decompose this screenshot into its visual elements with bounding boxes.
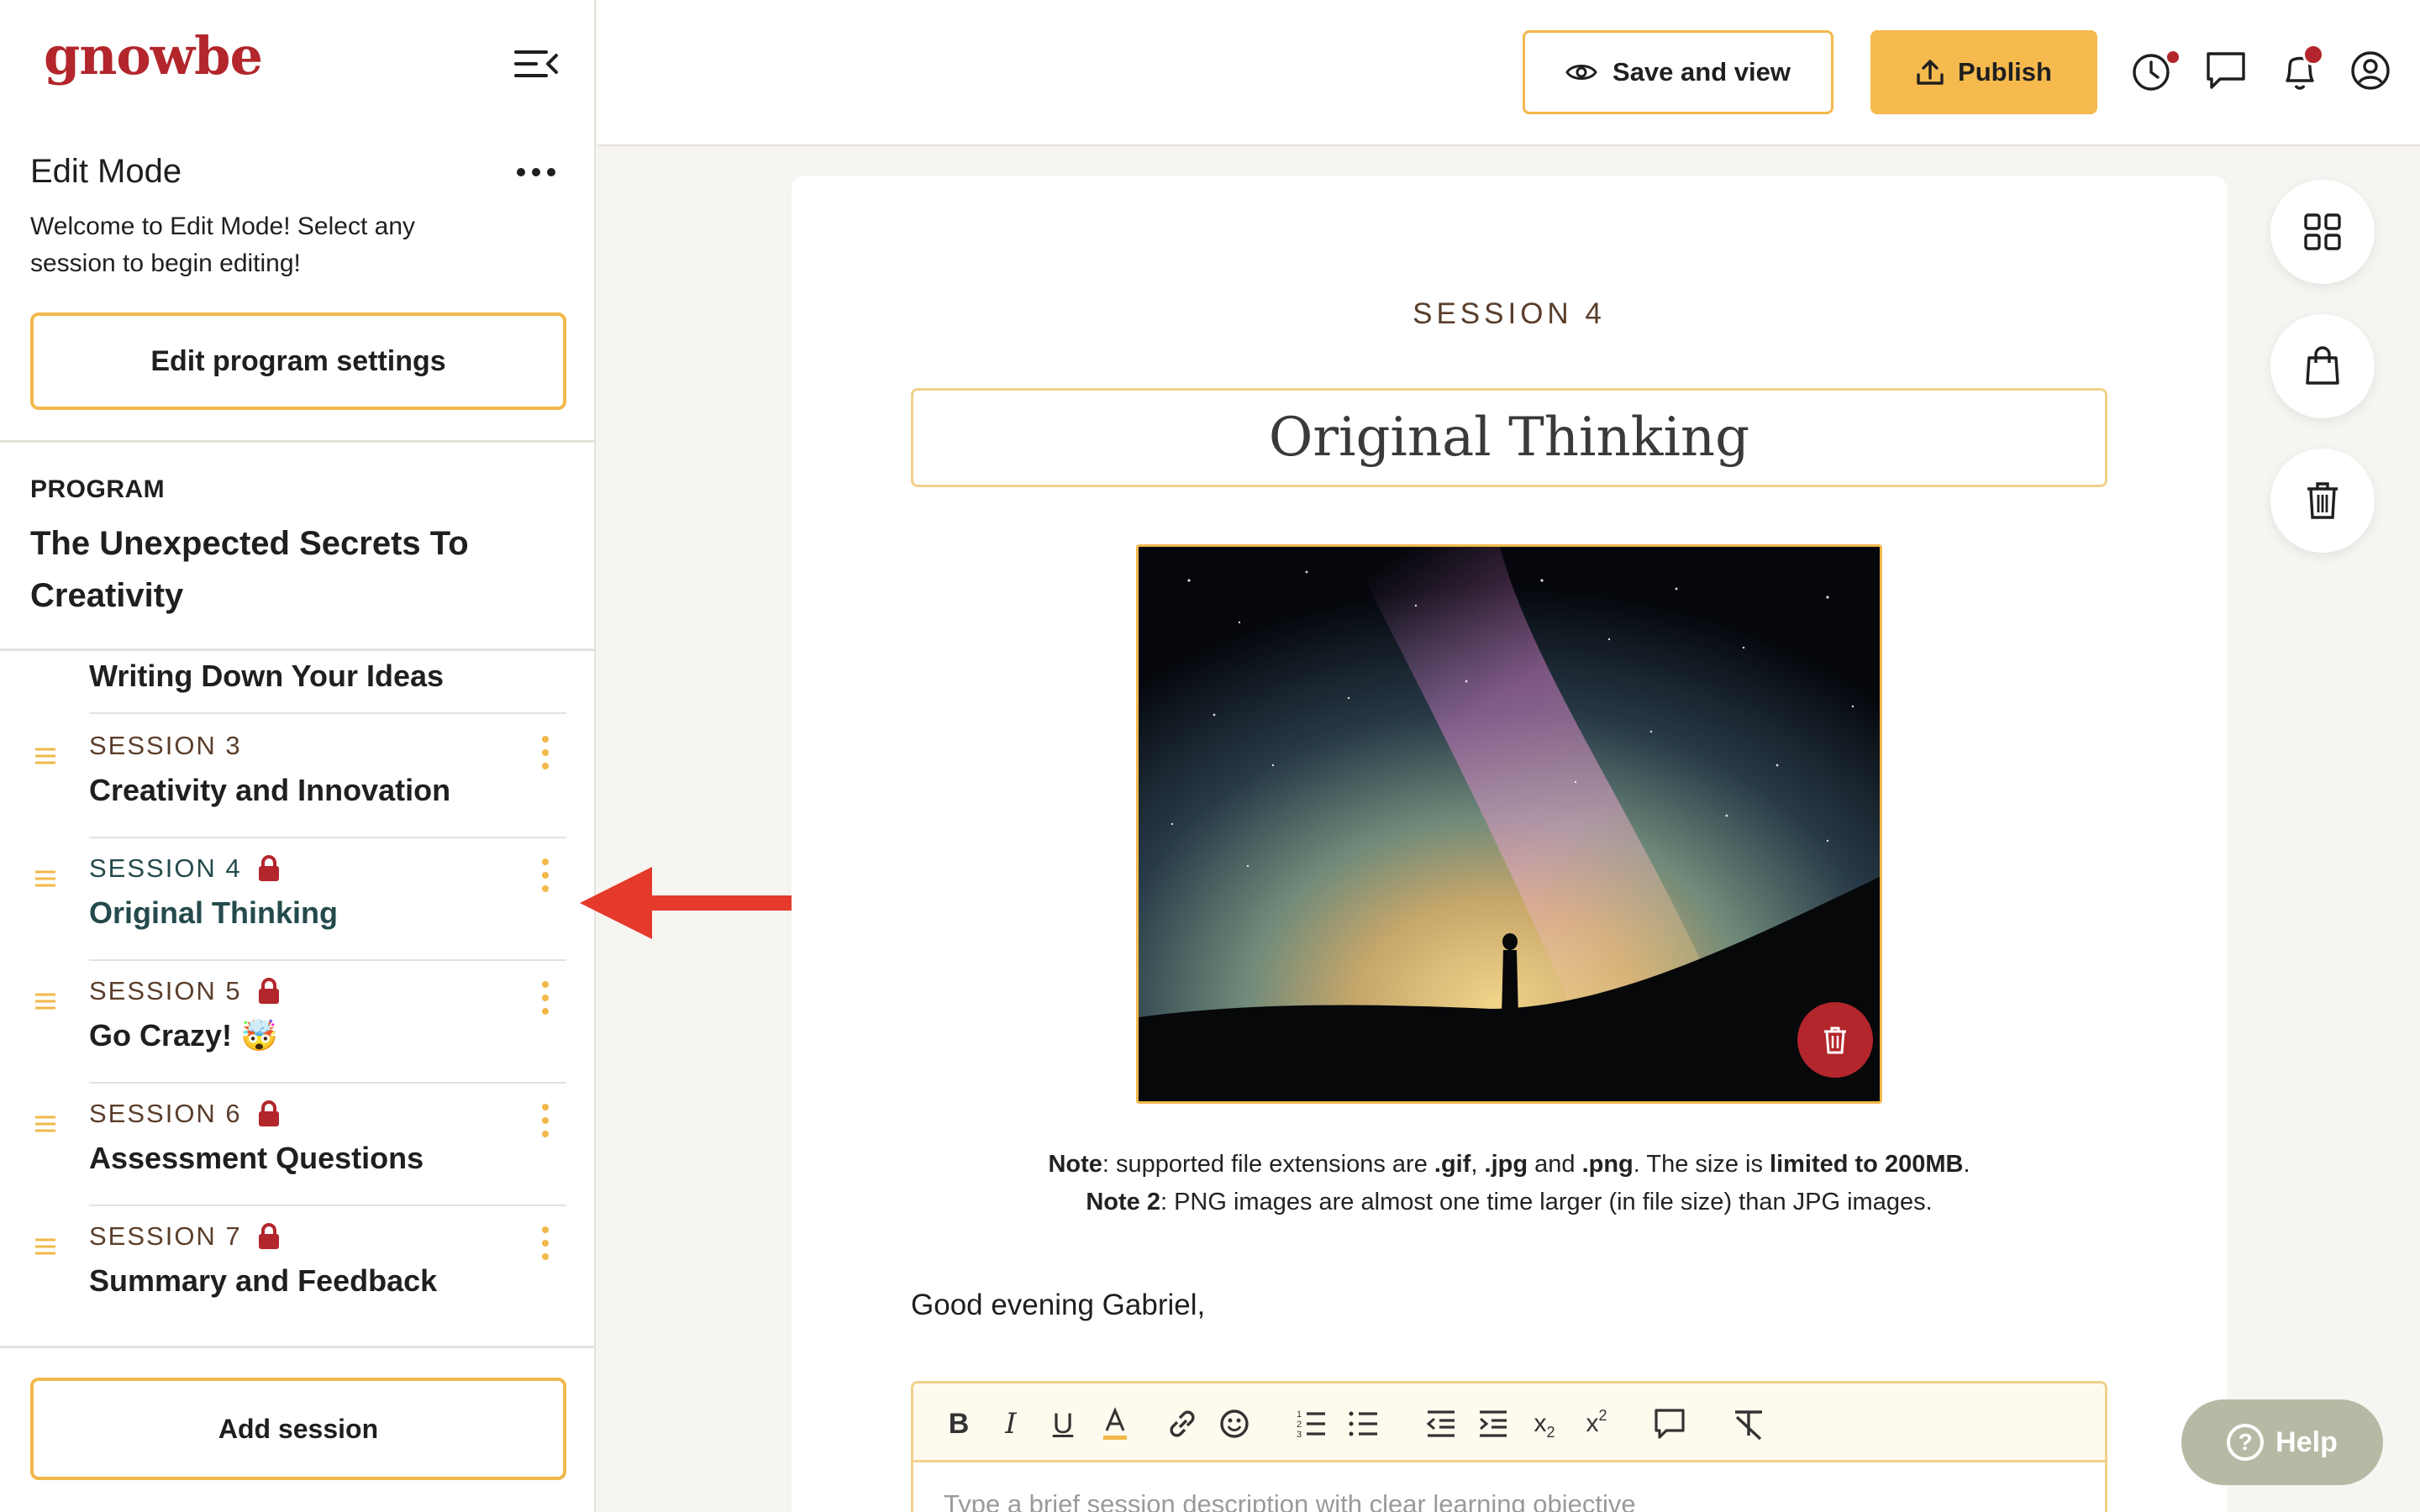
svg-text:1: 1 bbox=[1297, 1410, 1302, 1420]
text-color-icon[interactable] bbox=[1098, 1405, 1132, 1442]
session-item-3[interactable]: SESSION 3 Creativity and Innovation bbox=[0, 716, 596, 838]
gnowbe-logo[interactable]: gnowbe bbox=[44, 25, 263, 87]
svg-text:3: 3 bbox=[1297, 1430, 1302, 1440]
bold-icon[interactable]: B bbox=[942, 1405, 976, 1442]
bullet-list-icon[interactable] bbox=[1347, 1405, 1381, 1442]
session-menu-icon[interactable] bbox=[534, 1225, 556, 1262]
chat-icon[interactable] bbox=[2205, 49, 2247, 92]
divider bbox=[0, 648, 596, 651]
drag-handle-icon[interactable] bbox=[34, 1236, 57, 1257]
help-label: Help bbox=[2275, 1425, 2338, 1458]
shopping-bag-icon bbox=[2306, 346, 2339, 385]
session-item-4[interactable]: SESSION 4 Original Thinking bbox=[0, 838, 596, 961]
editor-toolbar: B I U 1 2 3 x 2 x 2 bbox=[913, 1383, 2105, 1462]
session-title-input[interactable]: Original Thinking bbox=[911, 388, 2107, 487]
session-name: Assessment Questions bbox=[89, 1141, 424, 1175]
collapse-sidebar-icon[interactable] bbox=[513, 47, 560, 81]
session-number: SESSION 3 bbox=[89, 731, 242, 760]
notification-dot bbox=[2302, 44, 2324, 66]
subscript-icon[interactable]: x2 bbox=[1523, 1405, 1565, 1442]
greeting-text: Good evening Gabriel, bbox=[911, 1289, 1206, 1321]
save-and-view-button[interactable]: Save and view bbox=[1523, 30, 1833, 114]
publish-button[interactable]: Publish bbox=[1870, 30, 2097, 114]
trash-icon bbox=[1824, 1026, 1846, 1054]
lock-icon bbox=[258, 1223, 279, 1249]
session-menu-icon[interactable] bbox=[534, 979, 556, 1016]
session-item-writing-down-your-ideas[interactable]: Writing Down Your Ideas bbox=[89, 659, 444, 694]
session-list: Writing Down Your Ideas SESSION 3 Creati… bbox=[0, 652, 596, 1349]
lock-icon bbox=[258, 855, 279, 881]
italic-icon[interactable]: I bbox=[994, 1405, 1028, 1442]
drag-handle-icon[interactable] bbox=[34, 746, 57, 766]
more-options-icon[interactable] bbox=[514, 160, 558, 185]
superscript-icon[interactable]: x2 bbox=[1576, 1405, 1618, 1442]
layout-grid-button[interactable] bbox=[2270, 180, 2375, 284]
grid-icon bbox=[2304, 213, 2341, 250]
session-number: SESSION 7 bbox=[89, 1221, 281, 1252]
shop-button[interactable] bbox=[2270, 314, 2375, 418]
divider bbox=[89, 712, 566, 714]
session-menu-icon[interactable] bbox=[534, 1102, 556, 1139]
divider bbox=[0, 440, 596, 443]
edit-program-settings-button[interactable]: Edit program settings bbox=[30, 312, 566, 410]
annotation-arrow-icon bbox=[580, 867, 818, 939]
session-item-6[interactable]: SESSION 6 Assessment Questions bbox=[0, 1084, 596, 1206]
save-and-view-label: Save and view bbox=[1612, 57, 1791, 87]
comment-icon[interactable] bbox=[1653, 1405, 1686, 1442]
delete-session-button[interactable] bbox=[2270, 449, 2375, 553]
add-session-button[interactable]: Add session bbox=[30, 1378, 566, 1480]
indent-icon[interactable] bbox=[1476, 1405, 1510, 1442]
outdent-icon[interactable] bbox=[1424, 1405, 1458, 1442]
publish-label: Publish bbox=[1958, 57, 2052, 87]
session-name: Creativity and Innovation bbox=[89, 773, 451, 807]
session-cover-image[interactable] bbox=[1136, 544, 1882, 1104]
session-name: Summary and Feedback bbox=[89, 1263, 438, 1298]
lock-icon bbox=[258, 978, 279, 1004]
session-name: Go Crazy! 🤯 bbox=[89, 1018, 278, 1053]
session-description-editor[interactable]: B I U 1 2 3 x 2 x 2 Type a brief session… bbox=[911, 1381, 2107, 1512]
help-button[interactable]: ? Help bbox=[2181, 1399, 2383, 1485]
file-size-note: Note 2: PNG images are almost one time l… bbox=[1086, 1189, 1933, 1215]
session-label: SESSION 4 bbox=[1413, 297, 1606, 330]
emoji-icon[interactable] bbox=[1218, 1405, 1251, 1442]
underline-icon[interactable]: U bbox=[1046, 1405, 1080, 1442]
session-menu-icon[interactable] bbox=[534, 857, 556, 894]
program-label: PROGRAM bbox=[30, 475, 166, 503]
editor-placeholder: Type a brief session description with cl… bbox=[944, 1489, 1636, 1512]
edit-mode-description: Welcome to Edit Mode! Select any session… bbox=[30, 213, 415, 277]
clear-formatting-icon[interactable] bbox=[1730, 1405, 1767, 1442]
edit-mode-title: Edit Mode bbox=[30, 153, 182, 190]
divider bbox=[0, 1346, 596, 1348]
delete-image-button[interactable] bbox=[1797, 1002, 1873, 1078]
drag-handle-icon[interactable] bbox=[34, 991, 57, 1011]
file-extension-note: Note: supported file extensions are .gif… bbox=[1048, 1151, 1970, 1178]
ordered-list-icon[interactable]: 1 2 3 bbox=[1295, 1405, 1328, 1442]
upload-icon bbox=[1917, 60, 1944, 85]
session-number: SESSION 6 bbox=[89, 1099, 281, 1129]
drag-handle-icon[interactable] bbox=[34, 1114, 57, 1134]
session-item-7[interactable]: SESSION 7 Summary and Feedback bbox=[0, 1206, 596, 1329]
session-menu-icon[interactable] bbox=[534, 734, 556, 771]
eye-icon bbox=[1565, 65, 1597, 80]
help-icon: ? bbox=[2227, 1424, 2265, 1461]
session-item-5[interactable]: SESSION 5 Go Crazy! 🤯 bbox=[0, 961, 596, 1084]
session-number: SESSION 4 bbox=[89, 853, 281, 884]
session-editor-card: SESSION 4 Original Thinking Note: suppor… bbox=[792, 176, 2227, 1512]
milky-way-image bbox=[1139, 547, 1880, 1101]
lock-icon bbox=[258, 1100, 279, 1126]
user-account-icon[interactable] bbox=[2349, 49, 2391, 92]
sidebar: gnowbe Edit Mode Welcome to Edit Mode! S… bbox=[0, 0, 596, 1512]
svg-text:2: 2 bbox=[1297, 1420, 1302, 1430]
notification-dot bbox=[2165, 49, 2181, 66]
link-icon[interactable] bbox=[1165, 1405, 1199, 1442]
session-number: SESSION 5 bbox=[89, 976, 281, 1006]
program-title: The Unexpected Secrets To Creativity bbox=[30, 525, 469, 614]
trash-icon bbox=[2307, 482, 2338, 519]
session-name: Original Thinking bbox=[89, 895, 338, 930]
drag-handle-icon[interactable] bbox=[34, 869, 57, 889]
